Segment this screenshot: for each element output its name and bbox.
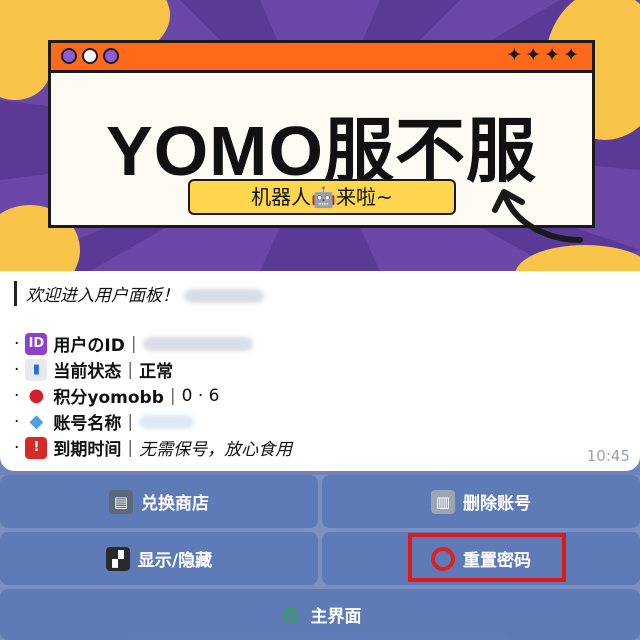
info-row-status: · ▮ 当前状态 | 正常: [14, 357, 173, 382]
window-dot-icon: [82, 48, 98, 64]
points-value: 0 · 6: [181, 385, 220, 406]
info-label: 用户のID: [53, 336, 125, 356]
info-label: 当前状态: [53, 362, 122, 382]
info-row-expiry: · ! 到期时间 | 无需保号，放心食用: [14, 435, 292, 460]
window-dot-icon: [103, 48, 119, 64]
siren-icon: !: [25, 436, 48, 459]
red-highlight-box: [408, 533, 566, 582]
user-id-blurred: [142, 336, 253, 351]
window-title-bar: ✦✦✦✦: [51, 43, 592, 73]
status-value: 正常: [139, 362, 174, 382]
atm-icon: ▤: [109, 489, 133, 514]
banner-image: ✦✦✦✦ YOMO服不服 机器人🤖来啦~: [0, 0, 640, 271]
account-name-blurred: [139, 414, 195, 429]
curved-arrow-icon: [492, 189, 583, 243]
welcome-text: 欢迎进入用户面板！: [26, 286, 179, 306]
stars-icon: ✦✦✦✦: [506, 44, 582, 66]
window-dot-icon: [61, 48, 77, 64]
delete-account-button[interactable]: ▥ 删除账号: [322, 475, 640, 528]
expiry-value: 无需保号，放心食用: [139, 440, 293, 460]
username-blurred: [184, 289, 265, 303]
info-label: 账号名称: [53, 414, 122, 434]
info-label: 积分yomobb: [53, 388, 164, 408]
info-label: 到期时间: [53, 440, 122, 460]
show-hide-button[interactable]: ▞ 显示/隐藏: [0, 532, 318, 585]
info-row-user-id: · ID 用户のID |: [14, 331, 253, 356]
main-menu-button[interactable]: ♻ 主界面: [0, 589, 640, 640]
exchange-shop-button[interactable]: ▤ 兑换商店: [0, 475, 318, 528]
recycle-icon: ♻: [281, 602, 300, 627]
cherry-icon: ●: [28, 384, 45, 406]
info-row-account-name: · ◆ 账号名称 |: [14, 409, 195, 434]
banner-subtitle: 机器人🤖来啦~: [188, 179, 456, 215]
chart-icon: ▮: [25, 358, 48, 381]
clapper-icon: ▞: [105, 546, 130, 571]
trash-icon: ▥: [431, 489, 455, 514]
info-row-points: · ● 积分yomobb | 0 · 6: [14, 384, 220, 409]
diamond-icon: ◆: [29, 410, 44, 432]
message-timestamp: 10:45: [586, 447, 630, 465]
welcome-line: 欢迎进入用户面板！: [14, 281, 265, 306]
message-bubble: 欢迎进入用户面板！ · ID 用户のID | · ▮ 当前状态 | 正常 · ●…: [0, 271, 640, 471]
id-icon: ID: [25, 332, 48, 355]
